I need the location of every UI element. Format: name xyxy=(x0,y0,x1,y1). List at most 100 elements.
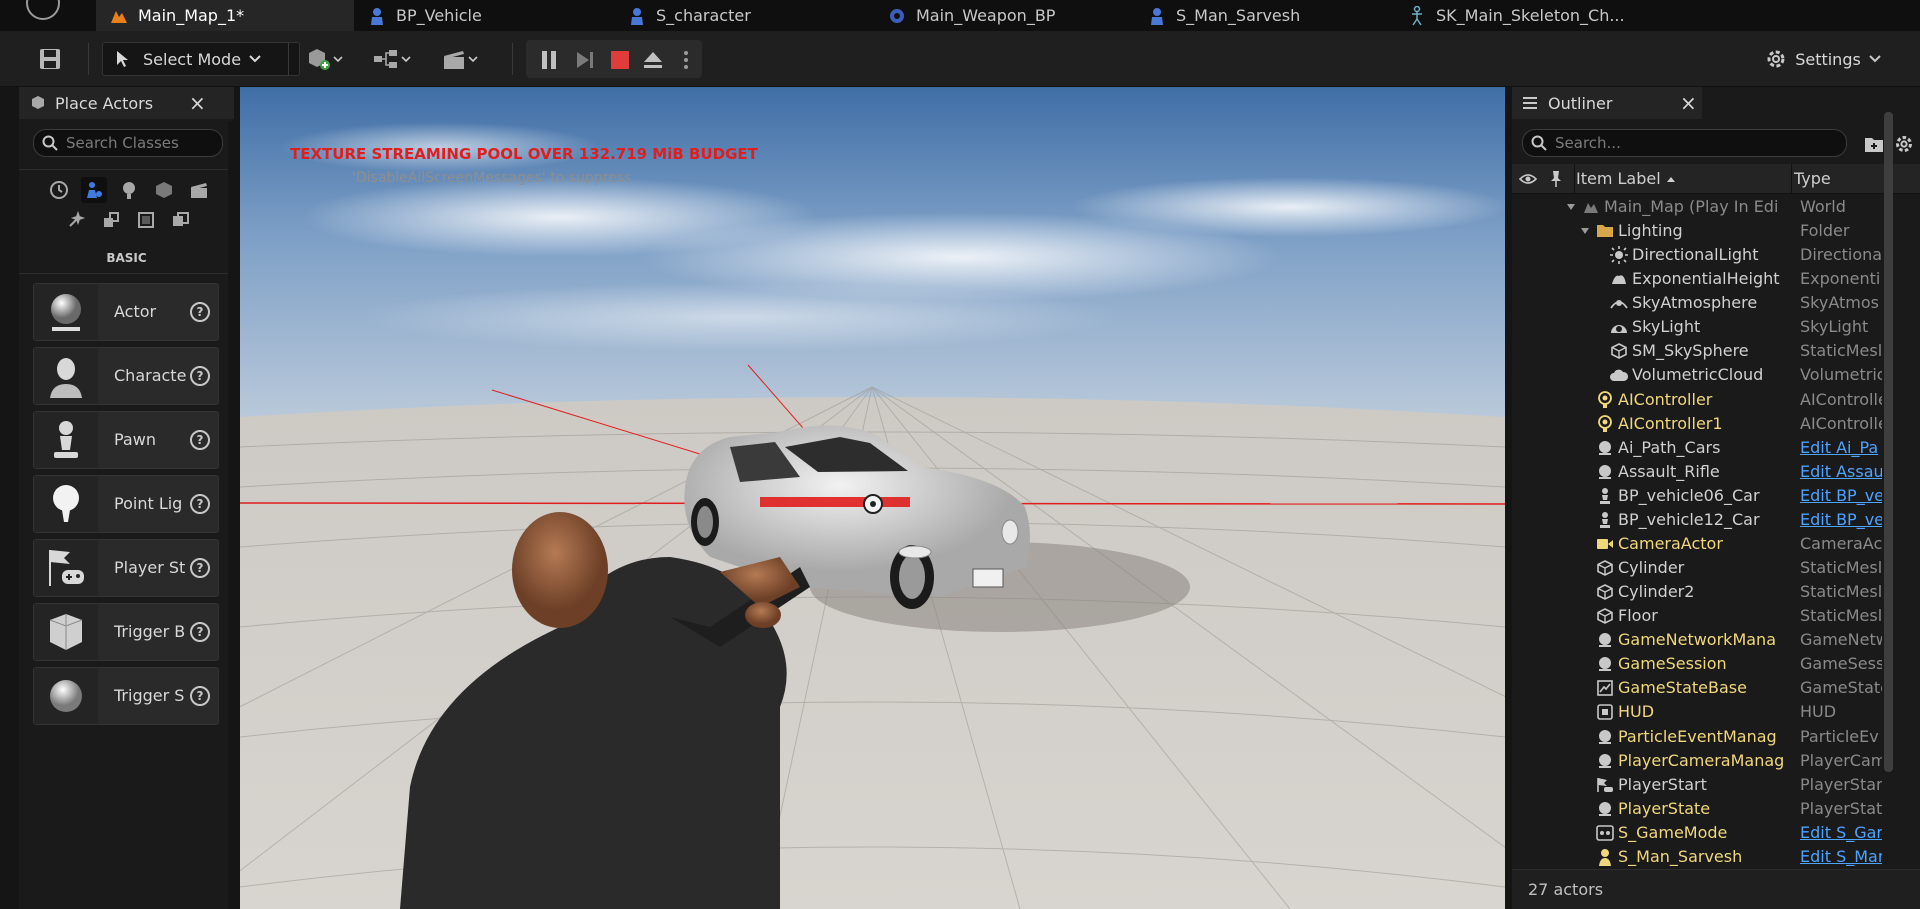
outliner-row[interactable]: Cylinder2 StaticMesl xyxy=(1512,580,1900,604)
blueprint-dropdown[interactable] xyxy=(368,45,416,73)
lights-category-icon[interactable] xyxy=(116,177,142,203)
outliner-search-input[interactable]: Search... xyxy=(1522,129,1847,157)
edit-blueprint-link[interactable]: Edit BP_ve xyxy=(1800,486,1882,505)
settings-dropdown[interactable]: Settings xyxy=(1764,45,1882,73)
basic-category-icon[interactable] xyxy=(81,177,107,203)
outliner-row[interactable]: CameraActor CameraAc xyxy=(1512,532,1900,556)
actor-item-pawn[interactable]: Pawn ? xyxy=(33,411,219,469)
help-icon[interactable]: ? xyxy=(190,366,210,386)
column-type[interactable]: Type xyxy=(1794,169,1831,188)
outliner-row[interactable]: Cylinder StaticMesl xyxy=(1512,556,1900,580)
cinematics-dropdown[interactable] xyxy=(436,45,484,73)
outliner-row[interactable]: PlayerState PlayerStat xyxy=(1512,797,1900,821)
outliner-row[interactable]: PlayerStart PlayerStar xyxy=(1512,773,1900,797)
outliner-row[interactable]: BP_vehicle12_Car Edit BP_ve xyxy=(1512,508,1900,532)
add-actor-dropdown[interactable] xyxy=(300,45,348,73)
outliner-row[interactable]: GameStateBase GameState xyxy=(1512,676,1900,700)
outliner-row[interactable]: VolumetricCloud Volumetric xyxy=(1512,363,1900,387)
edit-blueprint-link[interactable]: Edit Assau xyxy=(1800,462,1882,481)
visibility-eye-icon[interactable] xyxy=(1519,172,1537,186)
pause-button[interactable] xyxy=(536,47,562,73)
cinematic-category-icon[interactable] xyxy=(186,177,212,203)
all-classes-category-icon[interactable] xyxy=(168,207,194,233)
outliner-row[interactable]: Ai_Path_Cars Edit Ai_Pa xyxy=(1512,436,1900,460)
close-icon[interactable]: × xyxy=(189,91,206,115)
gear-icon xyxy=(1767,50,1785,68)
tab-s-character[interactable]: S_character xyxy=(626,0,866,31)
actor-item-trigger-box[interactable]: Trigger B ? xyxy=(33,603,219,661)
tab-s-man-sarvesh[interactable]: S_Man_Sarvesh xyxy=(1146,0,1386,31)
outliner-row[interactable]: AIController AIControlle xyxy=(1512,388,1900,412)
play-options-button[interactable] xyxy=(676,47,696,73)
outliner-row[interactable]: SkyLight SkyLight xyxy=(1512,315,1900,339)
outliner-row[interactable]: GameSession GameSess xyxy=(1512,652,1900,676)
visual-effects-category-icon[interactable] xyxy=(63,207,89,233)
recently-placed-icon[interactable] xyxy=(46,177,72,203)
close-icon[interactable]: × xyxy=(1680,91,1697,115)
outliner-row-type: GameState xyxy=(1800,678,1882,698)
outliner-row[interactable]: BP_vehicle06_Car Edit BP_ve xyxy=(1512,484,1900,508)
tab-main-map[interactable]: Main_Map_1* xyxy=(96,0,354,31)
help-icon[interactable]: ? xyxy=(190,494,210,514)
outliner-row[interactable]: Floor StaticMesl xyxy=(1512,604,1900,628)
shapes-category-icon[interactable] xyxy=(151,177,177,203)
edit-blueprint-link[interactable]: Edit BP_ve xyxy=(1800,510,1882,529)
outliner-row[interactable]: HUD HUD xyxy=(1512,700,1900,724)
actor-item-trigger-sphere[interactable]: Trigger S ? xyxy=(33,667,219,725)
outliner-row[interactable]: S_Man_Sarvesh Edit S_Mar xyxy=(1512,845,1900,869)
actor-item-actor[interactable]: Actor ? xyxy=(33,283,219,341)
search-placeholder: Search... xyxy=(1555,134,1621,152)
volumes-category-icon[interactable] xyxy=(133,207,159,233)
edit-blueprint-link[interactable]: Edit Ai_Pa xyxy=(1800,438,1882,457)
outliner-row[interactable]: Assault_Rifle Edit Assau xyxy=(1512,460,1900,484)
eject-button[interactable] xyxy=(640,47,666,73)
gear-icon[interactable] xyxy=(1892,132,1916,156)
help-icon[interactable]: ? xyxy=(190,430,210,450)
add-folder-icon[interactable] xyxy=(1862,132,1886,156)
search-classes-input[interactable]: Search Classes xyxy=(33,129,223,157)
outliner-row-label: Main_Map (Play In Edi xyxy=(1604,197,1779,216)
outliner-row[interactable]: GameNetworkMana GameNetw xyxy=(1512,628,1900,652)
edit-blueprint-link[interactable]: Edit S_Mar xyxy=(1800,847,1882,866)
outliner-row-type: World xyxy=(1800,197,1846,216)
outliner-row[interactable]: DirectionalLight Directiona xyxy=(1512,243,1900,267)
outliner-row[interactable]: S_GameMode Edit S_Gar xyxy=(1512,821,1900,845)
advance-frame-button[interactable] xyxy=(572,47,598,73)
tab-label: BP_Vehicle xyxy=(396,6,482,25)
outliner-row[interactable]: SkyAtmosphere SkyAtmos xyxy=(1512,291,1900,315)
actor-item-character[interactable]: Characte ? xyxy=(33,347,219,405)
tab-sk-main-skeleton[interactable]: SK_Main_Skeleton_Ch... xyxy=(1406,0,1666,31)
expand-arrow-icon[interactable] xyxy=(1562,198,1580,216)
help-icon[interactable]: ? xyxy=(190,558,210,578)
texture-warning-text: TEXTURE STREAMING POOL OVER 132.719 MiB … xyxy=(290,145,758,163)
actor-item-player-start[interactable]: Player St ? xyxy=(33,539,219,597)
outliner-row[interactable]: PlayerCameraManag PlayerCam xyxy=(1512,749,1900,773)
actor-item-point-light[interactable]: Point Lig ? xyxy=(33,475,219,533)
outliner-row[interactable]: ParticleEventManag ParticleEv xyxy=(1512,725,1900,749)
help-icon[interactable]: ? xyxy=(190,302,210,322)
select-mode-dropdown[interactable]: Select Mode xyxy=(102,42,300,76)
player-start-icon xyxy=(34,540,98,596)
outliner-row-type: Volumetric xyxy=(1800,365,1882,385)
outliner-scrollbar[interactable] xyxy=(1884,112,1893,772)
controller-icon xyxy=(1596,414,1614,433)
help-icon[interactable]: ? xyxy=(190,622,210,642)
outliner-row[interactable]: AIController1 AIControlle xyxy=(1512,412,1900,436)
level-viewport[interactable]: TEXTURE STREAMING POOL OVER 132.719 MiB … xyxy=(240,87,1505,909)
pin-icon[interactable] xyxy=(1549,170,1563,188)
edit-blueprint-link[interactable]: Edit S_Gar xyxy=(1800,823,1882,842)
tab-bp-vehicle[interactable]: BP_Vehicle xyxy=(360,0,600,31)
stop-button[interactable] xyxy=(607,47,633,73)
save-icon[interactable] xyxy=(36,45,64,73)
outliner-row[interactable]: Main_Map (Play In Edi World xyxy=(1512,195,1900,219)
expand-arrow-icon[interactable] xyxy=(1576,222,1594,240)
help-icon[interactable]: ? xyxy=(190,686,210,706)
tab-main-weapon-bp[interactable]: Main_Weapon_BP xyxy=(886,0,1126,31)
geometry-category-icon[interactable] xyxy=(98,207,124,233)
outliner-row-label: SM_SkySphere xyxy=(1632,341,1749,361)
outliner-row[interactable]: Lighting Folder xyxy=(1512,219,1900,243)
column-item-label[interactable]: Item Label xyxy=(1576,169,1661,188)
unreal-logo-icon[interactable] xyxy=(26,0,60,20)
outliner-row[interactable]: ExponentialHeight Exponenti xyxy=(1512,267,1900,291)
outliner-row[interactable]: SM_SkySphere StaticMesl xyxy=(1512,339,1900,363)
